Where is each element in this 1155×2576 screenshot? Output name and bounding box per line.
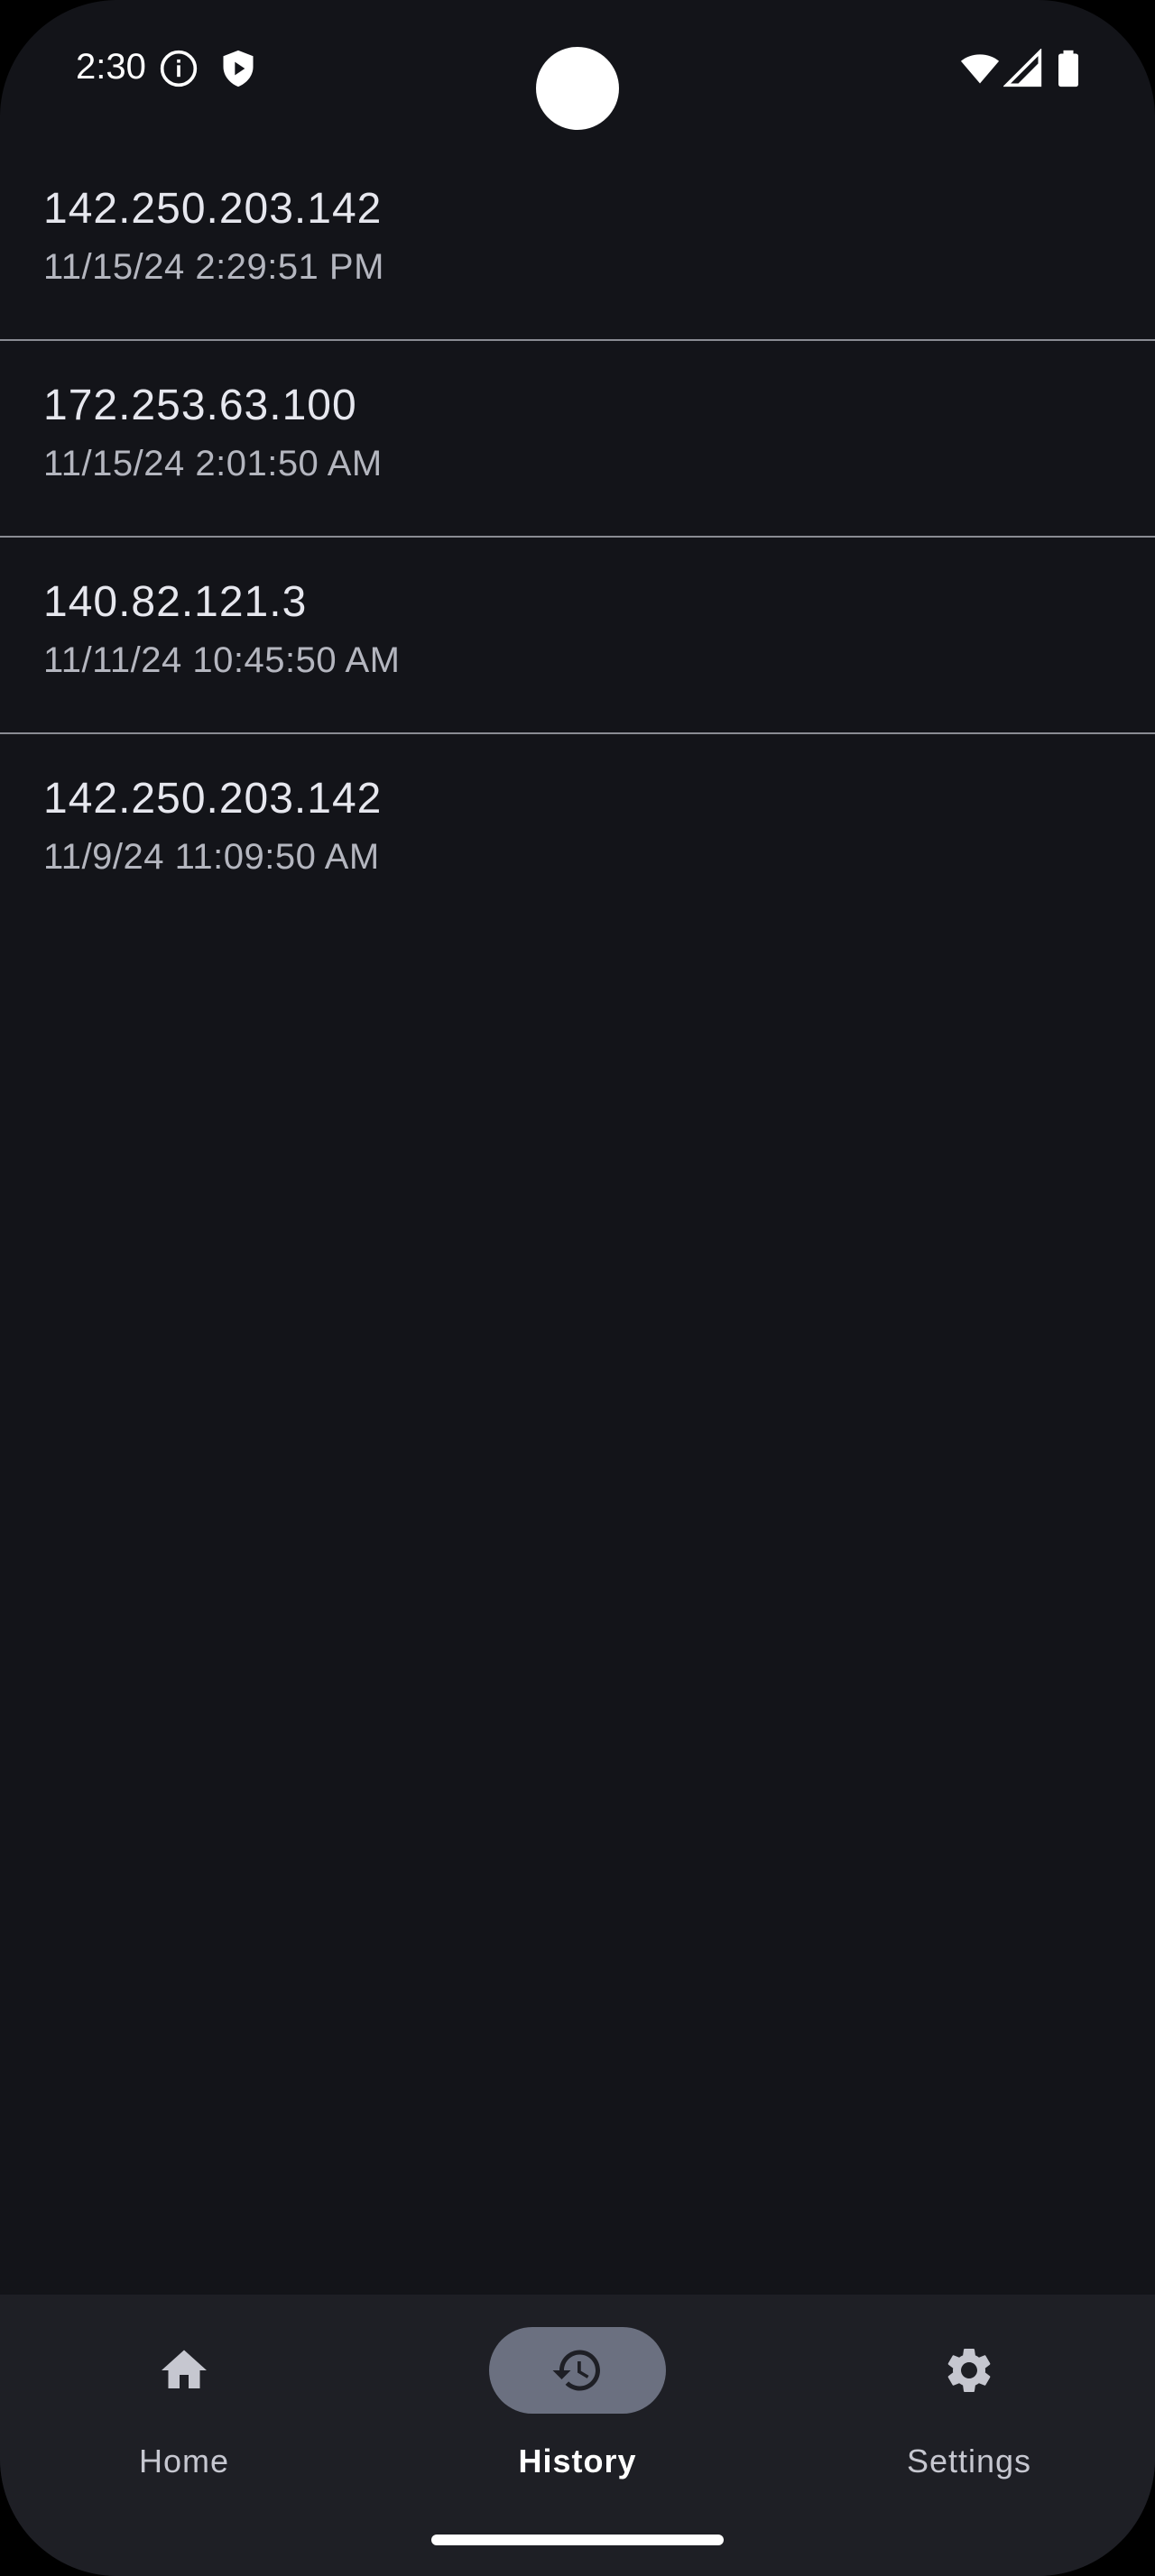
history-row[interactable]: 142.250.203.142 11/9/24 11:09:50 AM (0, 734, 1155, 931)
history-timestamp: 11/9/24 11:09:50 AM (43, 837, 380, 877)
cellular-signal-icon (1003, 49, 1042, 87)
battery-icon (1058, 50, 1078, 87)
wifi-icon (960, 54, 1000, 84)
history-timestamp: 11/15/24 2:01:50 AM (43, 444, 383, 483)
nav-item-settings[interactable]: Settings (852, 2327, 1086, 2489)
history-ip-address: 140.82.121.3 (43, 578, 308, 626)
nav-item-home[interactable]: Home (67, 2327, 301, 2489)
history-row[interactable]: 172.253.63.100 11/15/24 2:01:50 AM (0, 341, 1155, 538)
home-icon (162, 2350, 207, 2388)
info-icon (160, 50, 198, 87)
nav-label-settings: Settings (906, 2443, 1032, 2479)
history-list: 142.250.203.142 11/15/24 2:29:51 PM 172.… (0, 144, 1155, 931)
history-row[interactable]: 142.250.203.142 11/15/24 2:29:51 PM (0, 144, 1155, 341)
nav-item-history[interactable]: History (460, 2327, 695, 2489)
nav-label-home: Home (138, 2443, 230, 2479)
status-time: 2:30 (76, 47, 146, 87)
gesture-home-indicator[interactable] (431, 2535, 724, 2545)
history-row[interactable]: 140.82.121.3 11/11/24 10:45:50 AM (0, 538, 1155, 734)
app-screen: 2:30 142.250.203.142 11/15/24 2:29:51 PM (0, 0, 1155, 2576)
shield-play-icon (223, 50, 254, 87)
history-ip-address: 172.253.63.100 (43, 382, 357, 429)
nav-label-history: History (518, 2443, 637, 2479)
history-ip-address: 142.250.203.142 (43, 775, 383, 823)
gear-icon (947, 2349, 991, 2392)
history-icon (552, 2350, 600, 2391)
history-timestamp: 11/15/24 2:29:51 PM (43, 247, 384, 287)
status-bar: 2:30 (0, 0, 1155, 144)
history-timestamp: 11/11/24 10:45:50 AM (43, 640, 401, 680)
camera-cutout (536, 47, 619, 130)
history-ip-address: 142.250.203.142 (43, 185, 383, 233)
